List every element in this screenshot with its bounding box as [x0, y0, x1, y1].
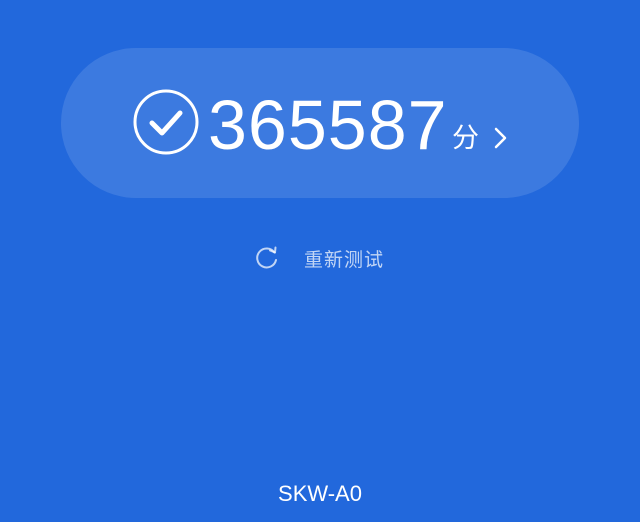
check-circle-icon	[133, 89, 199, 155]
retest-button[interactable]: 重新测试	[254, 242, 384, 274]
device-name: SKW-A0	[278, 481, 362, 506]
benchmark-score: 365587	[208, 86, 448, 164]
chevron-right-icon[interactable]	[492, 124, 510, 152]
refresh-icon	[256, 246, 277, 269]
retest-label: 重新测试	[304, 248, 385, 271]
score-unit: 分	[452, 123, 479, 154]
